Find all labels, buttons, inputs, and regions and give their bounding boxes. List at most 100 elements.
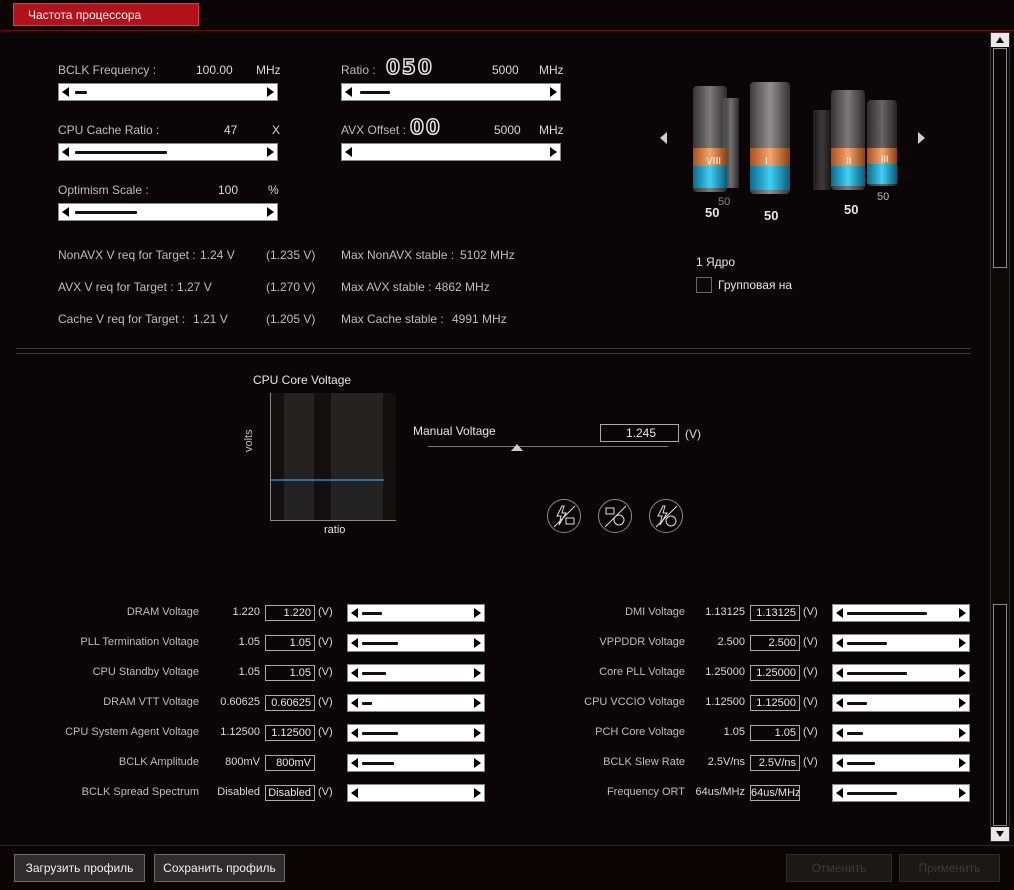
setting-slider[interactable] [832, 694, 970, 712]
setting-input[interactable]: 1.25000 [750, 665, 800, 681]
ratio-slider[interactable] [341, 83, 561, 101]
setting-input[interactable]: 0.60625 [265, 695, 315, 711]
arrow-left-icon[interactable] [836, 608, 843, 618]
setting-input[interactable]: 1.12500 [265, 725, 315, 741]
arrow-left-icon[interactable] [836, 698, 843, 708]
slider-thumb[interactable] [362, 642, 398, 645]
slider-thumb[interactable] [847, 672, 907, 675]
arrow-right-icon[interactable] [959, 608, 966, 618]
slider-thumb[interactable] [75, 211, 137, 214]
arrow-right-icon[interactable] [474, 788, 481, 798]
arrow-right-icon[interactable] [474, 668, 481, 678]
slider-thumb[interactable] [847, 612, 927, 615]
avx-offset-slider[interactable] [341, 143, 561, 161]
setting-input[interactable]: 1.05 [750, 725, 800, 741]
slider-thumb[interactable] [362, 762, 394, 765]
arrow-left-icon[interactable] [351, 698, 358, 708]
setting-slider[interactable] [832, 754, 970, 772]
setting-input[interactable]: 1.12500 [750, 695, 800, 711]
tab-cpu-frequency[interactable]: Частота процессора [13, 3, 199, 26]
arrow-right-icon[interactable] [474, 698, 481, 708]
setting-input[interactable]: 64us/MHz [750, 785, 800, 801]
arrow-right-icon[interactable] [474, 608, 481, 618]
setting-slider[interactable] [347, 694, 485, 712]
arrow-right-icon[interactable] [474, 728, 481, 738]
bclk-slider[interactable] [58, 83, 278, 101]
scrollbar-thumb-upper[interactable] [993, 48, 1007, 268]
arrow-right-icon[interactable] [267, 207, 274, 217]
scroll-up-button[interactable] [991, 33, 1009, 47]
setting-input[interactable]: 2.5V/ns [750, 755, 800, 771]
optimism-slider[interactable] [58, 203, 278, 221]
arrow-right-icon[interactable] [959, 758, 966, 768]
arrow-right-icon[interactable] [959, 698, 966, 708]
arrow-left-icon[interactable] [62, 87, 69, 97]
slider-thumb[interactable] [75, 91, 87, 94]
manual-voltage-thumb[interactable] [511, 444, 523, 451]
setting-slider[interactable] [347, 604, 485, 622]
setting-slider[interactable] [832, 634, 970, 652]
slider-thumb[interactable] [847, 732, 863, 735]
arrow-right-icon[interactable] [959, 638, 966, 648]
slider-thumb[interactable] [847, 642, 887, 645]
arrow-right-icon[interactable] [550, 87, 557, 97]
arrow-right-icon[interactable] [267, 87, 274, 97]
arrow-left-icon[interactable] [62, 207, 69, 217]
arrow-left-icon[interactable] [351, 668, 358, 678]
setting-input[interactable]: 800mV [265, 755, 315, 771]
slider-thumb[interactable] [75, 151, 167, 154]
slider-thumb[interactable] [362, 612, 382, 615]
scroll-down-button[interactable] [991, 827, 1009, 841]
arrow-left-icon[interactable] [836, 638, 843, 648]
setting-slider[interactable] [347, 784, 485, 802]
manual-voltage-track[interactable] [428, 446, 668, 447]
setting-slider[interactable] [832, 664, 970, 682]
setting-input[interactable]: Disabled [265, 785, 315, 801]
arrow-right-icon[interactable] [550, 147, 557, 157]
arrow-left-icon[interactable] [351, 728, 358, 738]
arrow-right-icon[interactable] [959, 728, 966, 738]
setting-input[interactable]: 1.13125 [750, 605, 800, 621]
cancel-button[interactable]: Отменить [786, 854, 892, 882]
setting-slider[interactable] [832, 724, 970, 742]
arrow-left-icon[interactable] [345, 87, 352, 97]
setting-input[interactable]: 1.05 [265, 635, 315, 651]
cache-ratio-slider[interactable] [58, 143, 278, 161]
arrow-left-icon[interactable] [836, 668, 843, 678]
slider-thumb[interactable] [362, 702, 372, 705]
save-profile-button[interactable]: Сохранить профиль [154, 854, 285, 882]
setting-slider[interactable] [347, 634, 485, 652]
slider-thumb[interactable] [847, 702, 867, 705]
arrow-right-icon[interactable] [959, 668, 966, 678]
setting-input[interactable]: 1.05 [265, 665, 315, 681]
arrow-right-icon[interactable] [267, 147, 274, 157]
arrow-right-icon[interactable] [959, 788, 966, 798]
fan-balance-icon[interactable] [598, 499, 632, 533]
arrow-left-icon[interactable] [351, 788, 358, 798]
scrollbar-thumb-lower[interactable] [993, 604, 1007, 826]
setting-slider[interactable] [832, 604, 970, 622]
manual-voltage-input[interactable]: 1.245 [600, 424, 679, 442]
arrow-left-icon[interactable] [345, 147, 352, 157]
group-checkbox[interactable] [696, 277, 712, 293]
power-fan-icon[interactable] [649, 499, 683, 533]
apply-button[interactable]: Применить [899, 854, 1000, 882]
arrow-left-icon[interactable] [351, 608, 358, 618]
setting-slider[interactable] [347, 664, 485, 682]
setting-slider[interactable] [347, 724, 485, 742]
arrow-left-icon[interactable] [836, 788, 843, 798]
arrow-left-icon[interactable] [836, 758, 843, 768]
setting-input[interactable]: 2.500 [750, 635, 800, 651]
arrow-left-icon[interactable] [351, 638, 358, 648]
slider-thumb[interactable] [360, 91, 390, 94]
slider-thumb[interactable] [847, 792, 897, 795]
setting-slider[interactable] [832, 784, 970, 802]
slider-thumb[interactable] [362, 732, 398, 735]
arrow-right-icon[interactable] [474, 638, 481, 648]
slider-thumb[interactable] [847, 762, 875, 765]
setting-input[interactable]: 1.220 [265, 605, 315, 621]
slider-thumb[interactable] [362, 672, 386, 675]
power-save-icon[interactable] [547, 499, 581, 533]
arrow-left-icon[interactable] [836, 728, 843, 738]
arrow-left-icon[interactable] [351, 758, 358, 768]
